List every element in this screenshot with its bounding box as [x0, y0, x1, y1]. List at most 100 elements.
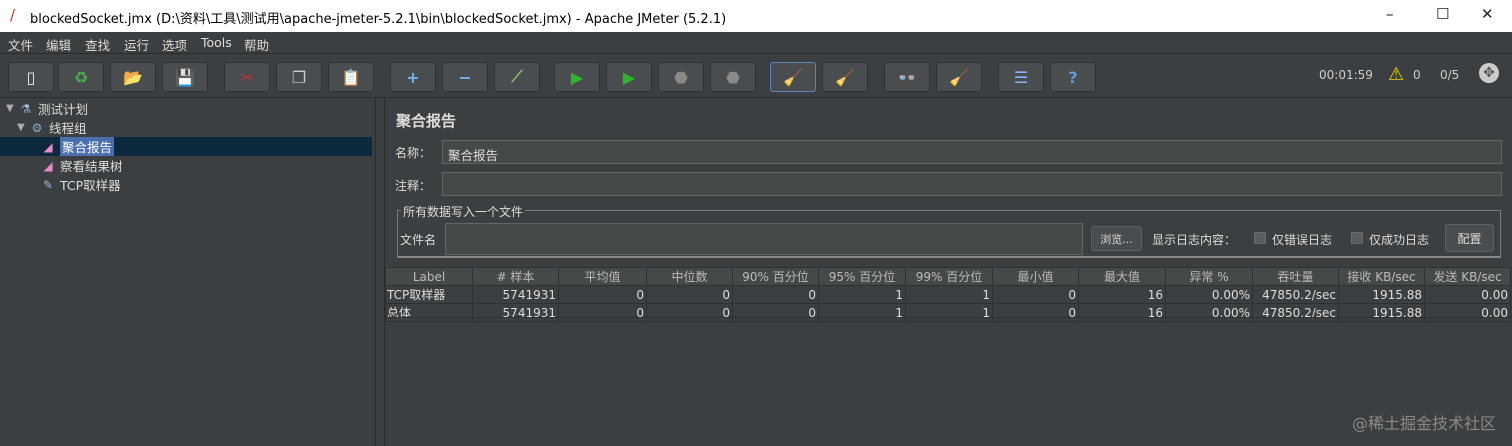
menu-4[interactable]: 选项 — [162, 35, 187, 54]
remote-globe-icon[interactable]: ✥ — [1479, 63, 1499, 83]
table-cell: 0 — [558, 285, 647, 304]
menu-6[interactable]: 帮助 — [244, 35, 269, 54]
tree-node[interactable]: ✎ TCP取样器 — [0, 175, 375, 194]
menu-5[interactable]: Tools — [201, 35, 232, 50]
errors-only-checkbox[interactable] — [1254, 232, 1266, 244]
shutdown-icon: ⬣ — [726, 67, 740, 87]
column-header[interactable]: 90% 百分位 — [732, 267, 819, 286]
window-title: blockedSocket.jmx (D:\资料\工具\测试用\apache-j… — [30, 12, 727, 27]
menu-2[interactable]: 查找 — [85, 35, 110, 54]
menu-1[interactable]: 编辑 — [46, 35, 71, 54]
pipette-icon: ✎ — [42, 177, 54, 192]
column-header[interactable]: 最大值 — [1078, 267, 1166, 286]
table-cell: 总体 — [385, 303, 473, 322]
panel-title: 聚合报告 — [396, 112, 457, 130]
function-helper-button[interactable]: ☰ — [998, 62, 1044, 92]
paste-button[interactable]: 📋 — [328, 62, 374, 92]
table-cell: 47850.2/sec — [1252, 303, 1339, 322]
column-header[interactable]: 95% 百分位 — [818, 267, 906, 286]
column-header[interactable]: Label — [385, 267, 473, 286]
warning-icon[interactable]: ⚠ — [1388, 64, 1404, 85]
tree-node[interactable]: ◢ 聚合报告 — [0, 137, 372, 156]
menu-3[interactable]: 运行 — [124, 35, 149, 54]
copy-button[interactable]: ❐ — [276, 62, 322, 92]
menu-0[interactable]: 文件 — [8, 35, 33, 54]
column-header[interactable]: 发送 KB/sec — [1424, 267, 1511, 286]
help-button[interactable]: ? — [1050, 62, 1096, 92]
table-cell: 16 — [1078, 303, 1166, 322]
warning-count: 0 — [1413, 68, 1421, 82]
collapse-button[interactable]: − — [442, 62, 488, 92]
table-row[interactable]: 总体 5741931 0 0 0 1 1 0 16 0.00% 47850.2/sec 1915.88… — [385, 303, 1511, 322]
toggle-button[interactable]: ⟋ — [494, 62, 540, 92]
tree-node-label: TCP取样器 — [60, 178, 121, 193]
expand-icon: + — [406, 67, 420, 87]
table-row[interactable]: TCP取样器 5741931 0 0 0 1 1 0 16 0.00% 47850.2/sec 191… — [385, 285, 1511, 304]
column-header[interactable]: 接收 KB/sec — [1338, 267, 1425, 286]
column-header[interactable]: 中位数 — [646, 267, 733, 286]
cut-button[interactable]: ✂ — [224, 62, 270, 92]
expand-toggle-icon[interactable]: ▼ — [6, 103, 18, 114]
close-button[interactable]: ✕ — [1481, 5, 1494, 23]
tree-node-label: 察看结果树 — [60, 159, 123, 174]
search-button[interactable]: 👓 — [884, 62, 930, 92]
tree-node[interactable]: ◢ 察看结果树 — [0, 156, 375, 175]
expand-button[interactable]: + — [390, 62, 436, 92]
table-cell: 1915.88 — [1338, 285, 1425, 304]
start-no-pause-icon: ▶ — [622, 67, 636, 87]
table-cell: 5741931 — [472, 303, 559, 322]
clear-icon: 🧹 — [783, 67, 803, 87]
table-cell: 0.00 — [1424, 285, 1511, 304]
start-no-pause-button[interactable]: ▶ — [606, 62, 652, 92]
comment-input[interactable] — [442, 172, 1502, 196]
reset-search-button[interactable]: 🧹 — [936, 62, 982, 92]
tree-node[interactable]: ▼ ⚗ 测试计划 — [0, 99, 375, 118]
table-cell: 0 — [732, 303, 819, 322]
table-cell: 0 — [992, 303, 1079, 322]
chart-icon: ◢ — [43, 139, 53, 154]
name-input[interactable]: 聚合报告 — [442, 140, 1502, 164]
test-plan-tree: ▼ ⚗ 测试计划 ▼ ⚙ 线程组 ◢ 聚合报告 ◢ 察看结果树 ✎ TCP取样器 — [0, 98, 376, 446]
minimize-button[interactable]: – — [1386, 5, 1394, 23]
tree-node[interactable]: ▼ ⚙ 线程组 — [0, 118, 375, 137]
split-pane-divider[interactable] — [376, 98, 385, 446]
gear-icon: ⚙ — [31, 120, 43, 135]
elapsed-time: 00:01:59 — [1319, 68, 1373, 82]
browse-button[interactable]: 浏览... — [1091, 226, 1142, 251]
column-header[interactable]: 吞吐量 — [1252, 267, 1339, 286]
filename-input[interactable] — [445, 223, 1083, 255]
table-cell: 1 — [905, 303, 993, 322]
file-group-title: 所有数据写入一个文件 — [401, 203, 526, 220]
comment-label: 注释： — [395, 179, 432, 193]
stop-icon: ⬣ — [674, 67, 688, 87]
copy-icon: ❐ — [291, 67, 307, 87]
table-cell: 5741931 — [472, 285, 559, 304]
function-helper-icon: ☰ — [1013, 67, 1029, 87]
table-cell: 0 — [732, 285, 819, 304]
open-button[interactable]: 📂 — [110, 62, 156, 92]
templates-button[interactable]: ♻ — [58, 62, 104, 92]
table-cell: TCP取样器 — [385, 285, 473, 304]
success-only-checkbox[interactable] — [1351, 232, 1363, 244]
column-header[interactable]: 最小值 — [992, 267, 1079, 286]
save-button[interactable]: 💾 — [162, 62, 208, 92]
clear-button[interactable]: 🧹 — [770, 62, 816, 92]
configure-button[interactable]: 配置 — [1445, 224, 1494, 252]
expand-toggle-icon[interactable]: ▼ — [17, 122, 29, 133]
column-header[interactable]: 99% 百分位 — [905, 267, 993, 286]
start-button[interactable]: ▶ — [554, 62, 600, 92]
column-header[interactable]: # 样本 — [472, 267, 559, 286]
stop-button[interactable]: ⬣ — [658, 62, 704, 92]
collapse-icon: − — [458, 67, 472, 87]
table-cell: 0 — [646, 285, 733, 304]
new-button[interactable]: ▯ — [8, 62, 54, 92]
shutdown-button[interactable]: ⬣ — [710, 62, 756, 92]
maximize-button[interactable]: ☐ — [1436, 5, 1449, 23]
column-header[interactable]: 异常 % — [1165, 267, 1253, 286]
column-header[interactable]: 平均值 — [558, 267, 647, 286]
table-cell: 1 — [818, 303, 906, 322]
table-cell: 16 — [1078, 285, 1166, 304]
aggregate-table: Label # 样本 平均值 中位数 90% 百分位 95% 百分位 99% 百分位 最小值最… — [385, 267, 1511, 322]
clear-all-button[interactable]: 🧹 — [822, 62, 868, 92]
aggregate-report-panel: 聚合报告 名称： 聚合报告 注释： 所有数据写入一个文件 文件名 浏览... 显… — [385, 98, 1512, 446]
